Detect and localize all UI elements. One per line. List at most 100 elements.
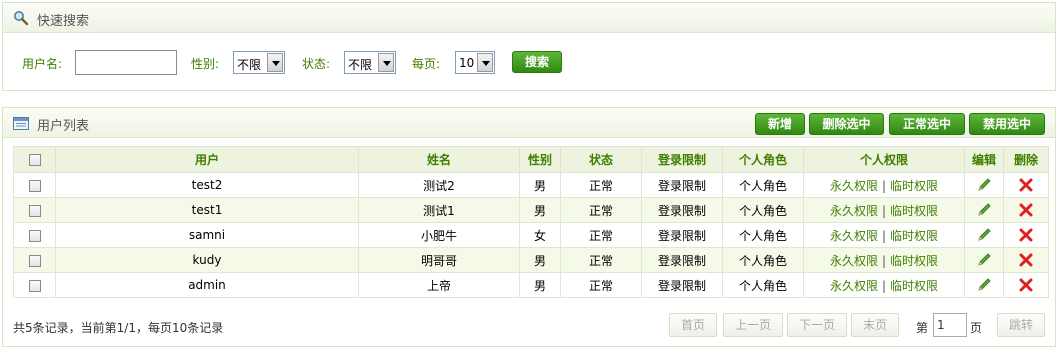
temporary-permission-link[interactable]: 临时权限: [890, 254, 938, 268]
row-checkbox[interactable]: [28, 204, 41, 217]
permanent-permission-link[interactable]: 永久权限: [830, 279, 878, 293]
pencil-icon[interactable]: [976, 227, 992, 243]
row-checkbox[interactable]: [28, 229, 41, 242]
status-cell: 正常: [560, 272, 642, 298]
username-input[interactable]: [75, 50, 177, 75]
edit-cell: [964, 172, 1004, 198]
permanent-permission-link[interactable]: 永久权限: [830, 229, 878, 243]
name-cell: 测试2: [358, 172, 520, 198]
normal-selected-button[interactable]: 正常选中: [889, 113, 965, 135]
list-window-icon: [13, 117, 29, 130]
quick-search-panel: 快速搜索 用户名: 性别: 不限 状态: 不限 每页: 10 搜索: [2, 2, 1056, 91]
user-cell[interactable]: kudy: [55, 247, 359, 273]
status-cell: 正常: [560, 222, 642, 248]
table-row: test1 测试1 男正常 登录限制 个人角色 永久权限 | 临时权限: [13, 197, 1049, 223]
search-button[interactable]: 搜索: [512, 51, 562, 73]
page-number-input[interactable]: 1: [933, 313, 967, 337]
column-header: 个人权限: [803, 146, 965, 173]
first-page-button[interactable]: 首页: [669, 313, 717, 337]
permanent-permission-link[interactable]: 永久权限: [830, 254, 878, 268]
login-limit-link[interactable]: 登录限制: [641, 222, 723, 248]
red-x-icon[interactable]: [1018, 277, 1034, 293]
column-header: 编辑: [964, 146, 1004, 173]
magnifier-icon: [14, 11, 29, 26]
login-limit-link[interactable]: 登录限制: [641, 197, 723, 223]
permission-cell: 永久权限 | 临时权限: [803, 247, 965, 273]
pencil-icon[interactable]: [976, 177, 992, 193]
temporary-permission-link[interactable]: 临时权限: [890, 204, 938, 218]
username-label: 用户名:: [22, 57, 63, 71]
name-cell: 上帝: [358, 272, 520, 298]
red-x-icon[interactable]: [1018, 177, 1034, 193]
row-select-cell: [13, 247, 56, 273]
select-all-checkbox[interactable]: [28, 154, 41, 166]
table-row: samni 小肥牛女正常 登录限制 个人角色 永久权限 | 临时权限: [13, 222, 1049, 248]
login-limit-link[interactable]: 登录限制: [641, 272, 723, 298]
table-header-row: 用户 姓名 性别 状态 登录限制 个人角色 个人权限 编辑 删除: [13, 146, 1049, 173]
perpage-label: 每页:: [412, 57, 441, 71]
gender-select-value: 不限: [237, 58, 262, 72]
go-page-button[interactable]: 跳转: [997, 313, 1045, 337]
edit-cell: [964, 272, 1004, 298]
user-cell[interactable]: test2: [55, 172, 359, 198]
column-header: 删除: [1003, 146, 1049, 173]
red-x-icon[interactable]: [1018, 227, 1034, 243]
permanent-permission-link[interactable]: 永久权限: [830, 204, 878, 218]
pencil-icon[interactable]: [976, 252, 992, 268]
name-cell: 小肥牛: [358, 222, 520, 248]
delete-cell: [1003, 272, 1049, 298]
status-select[interactable]: 不限: [344, 51, 396, 74]
user-cell[interactable]: samni: [55, 222, 359, 248]
table-row: kudy 明哥哥男正常 登录限制 个人角色 永久权限 | 临时权限: [13, 247, 1049, 273]
temporary-permission-link[interactable]: 临时权限: [890, 279, 938, 293]
perpage-select[interactable]: 10: [455, 51, 495, 74]
edit-cell: [964, 197, 1004, 223]
table-row: test2 测试2 男正常 登录限制 个人角色 永久权限 | 临时权限: [13, 172, 1049, 198]
permanent-permission-link[interactable]: 永久权限: [830, 179, 878, 193]
personal-role-link[interactable]: 个人角色: [722, 272, 804, 298]
status-cell: 正常: [560, 172, 642, 198]
add-button[interactable]: 新增: [755, 113, 805, 135]
column-header[interactable]: 状态: [560, 146, 642, 173]
red-x-icon[interactable]: [1018, 252, 1034, 268]
user-cell[interactable]: admin: [55, 272, 359, 298]
delete-selected-button[interactable]: 删除选中: [809, 113, 884, 135]
personal-role-link[interactable]: 个人角色: [722, 172, 804, 198]
column-header[interactable]: 性别: [519, 146, 561, 173]
delete-cell: [1003, 222, 1049, 248]
user-cell[interactable]: test1: [55, 197, 359, 223]
gender-cell: 男: [519, 172, 561, 198]
column-header[interactable]: 姓名: [358, 146, 520, 173]
login-limit-link[interactable]: 登录限制: [641, 247, 723, 273]
temporary-permission-link[interactable]: 临时权限: [890, 179, 938, 193]
row-checkbox[interactable]: [28, 254, 41, 267]
pencil-icon[interactable]: [976, 277, 992, 293]
row-checkbox[interactable]: [28, 179, 41, 192]
row-select-cell: [13, 222, 56, 248]
red-x-icon[interactable]: [1018, 202, 1034, 218]
perpage-select-value: 10: [459, 56, 475, 70]
last-page-button[interactable]: 末页: [851, 313, 899, 337]
login-limit-link[interactable]: 登录限制: [641, 172, 723, 198]
row-checkbox[interactable]: [28, 279, 41, 292]
personal-role-link[interactable]: 个人角色: [722, 247, 804, 273]
status-label: 状态:: [302, 57, 331, 71]
chevron-down-icon[interactable]: [378, 53, 394, 72]
personal-role-link[interactable]: 个人角色: [722, 197, 804, 223]
temporary-permission-link[interactable]: 临时权限: [890, 229, 938, 243]
disable-selected-button[interactable]: 禁用选中: [969, 113, 1045, 135]
permission-separator: |: [881, 178, 887, 193]
personal-role-link[interactable]: 个人角色: [722, 222, 804, 248]
prev-page-button[interactable]: 上一页: [723, 313, 783, 337]
select-all-cell: [13, 146, 56, 173]
column-header[interactable]: 用户: [55, 146, 359, 173]
name-cell: 测试1: [358, 197, 520, 223]
next-page-button[interactable]: 下一页: [787, 313, 847, 337]
pencil-icon[interactable]: [976, 202, 992, 218]
page-prefix: 第: [916, 321, 929, 335]
status-select-value: 不限: [348, 58, 373, 72]
gender-select[interactable]: 不限: [233, 51, 285, 74]
edit-cell: [964, 222, 1004, 248]
chevron-down-icon[interactable]: [477, 53, 493, 72]
chevron-down-icon[interactable]: [267, 53, 283, 72]
